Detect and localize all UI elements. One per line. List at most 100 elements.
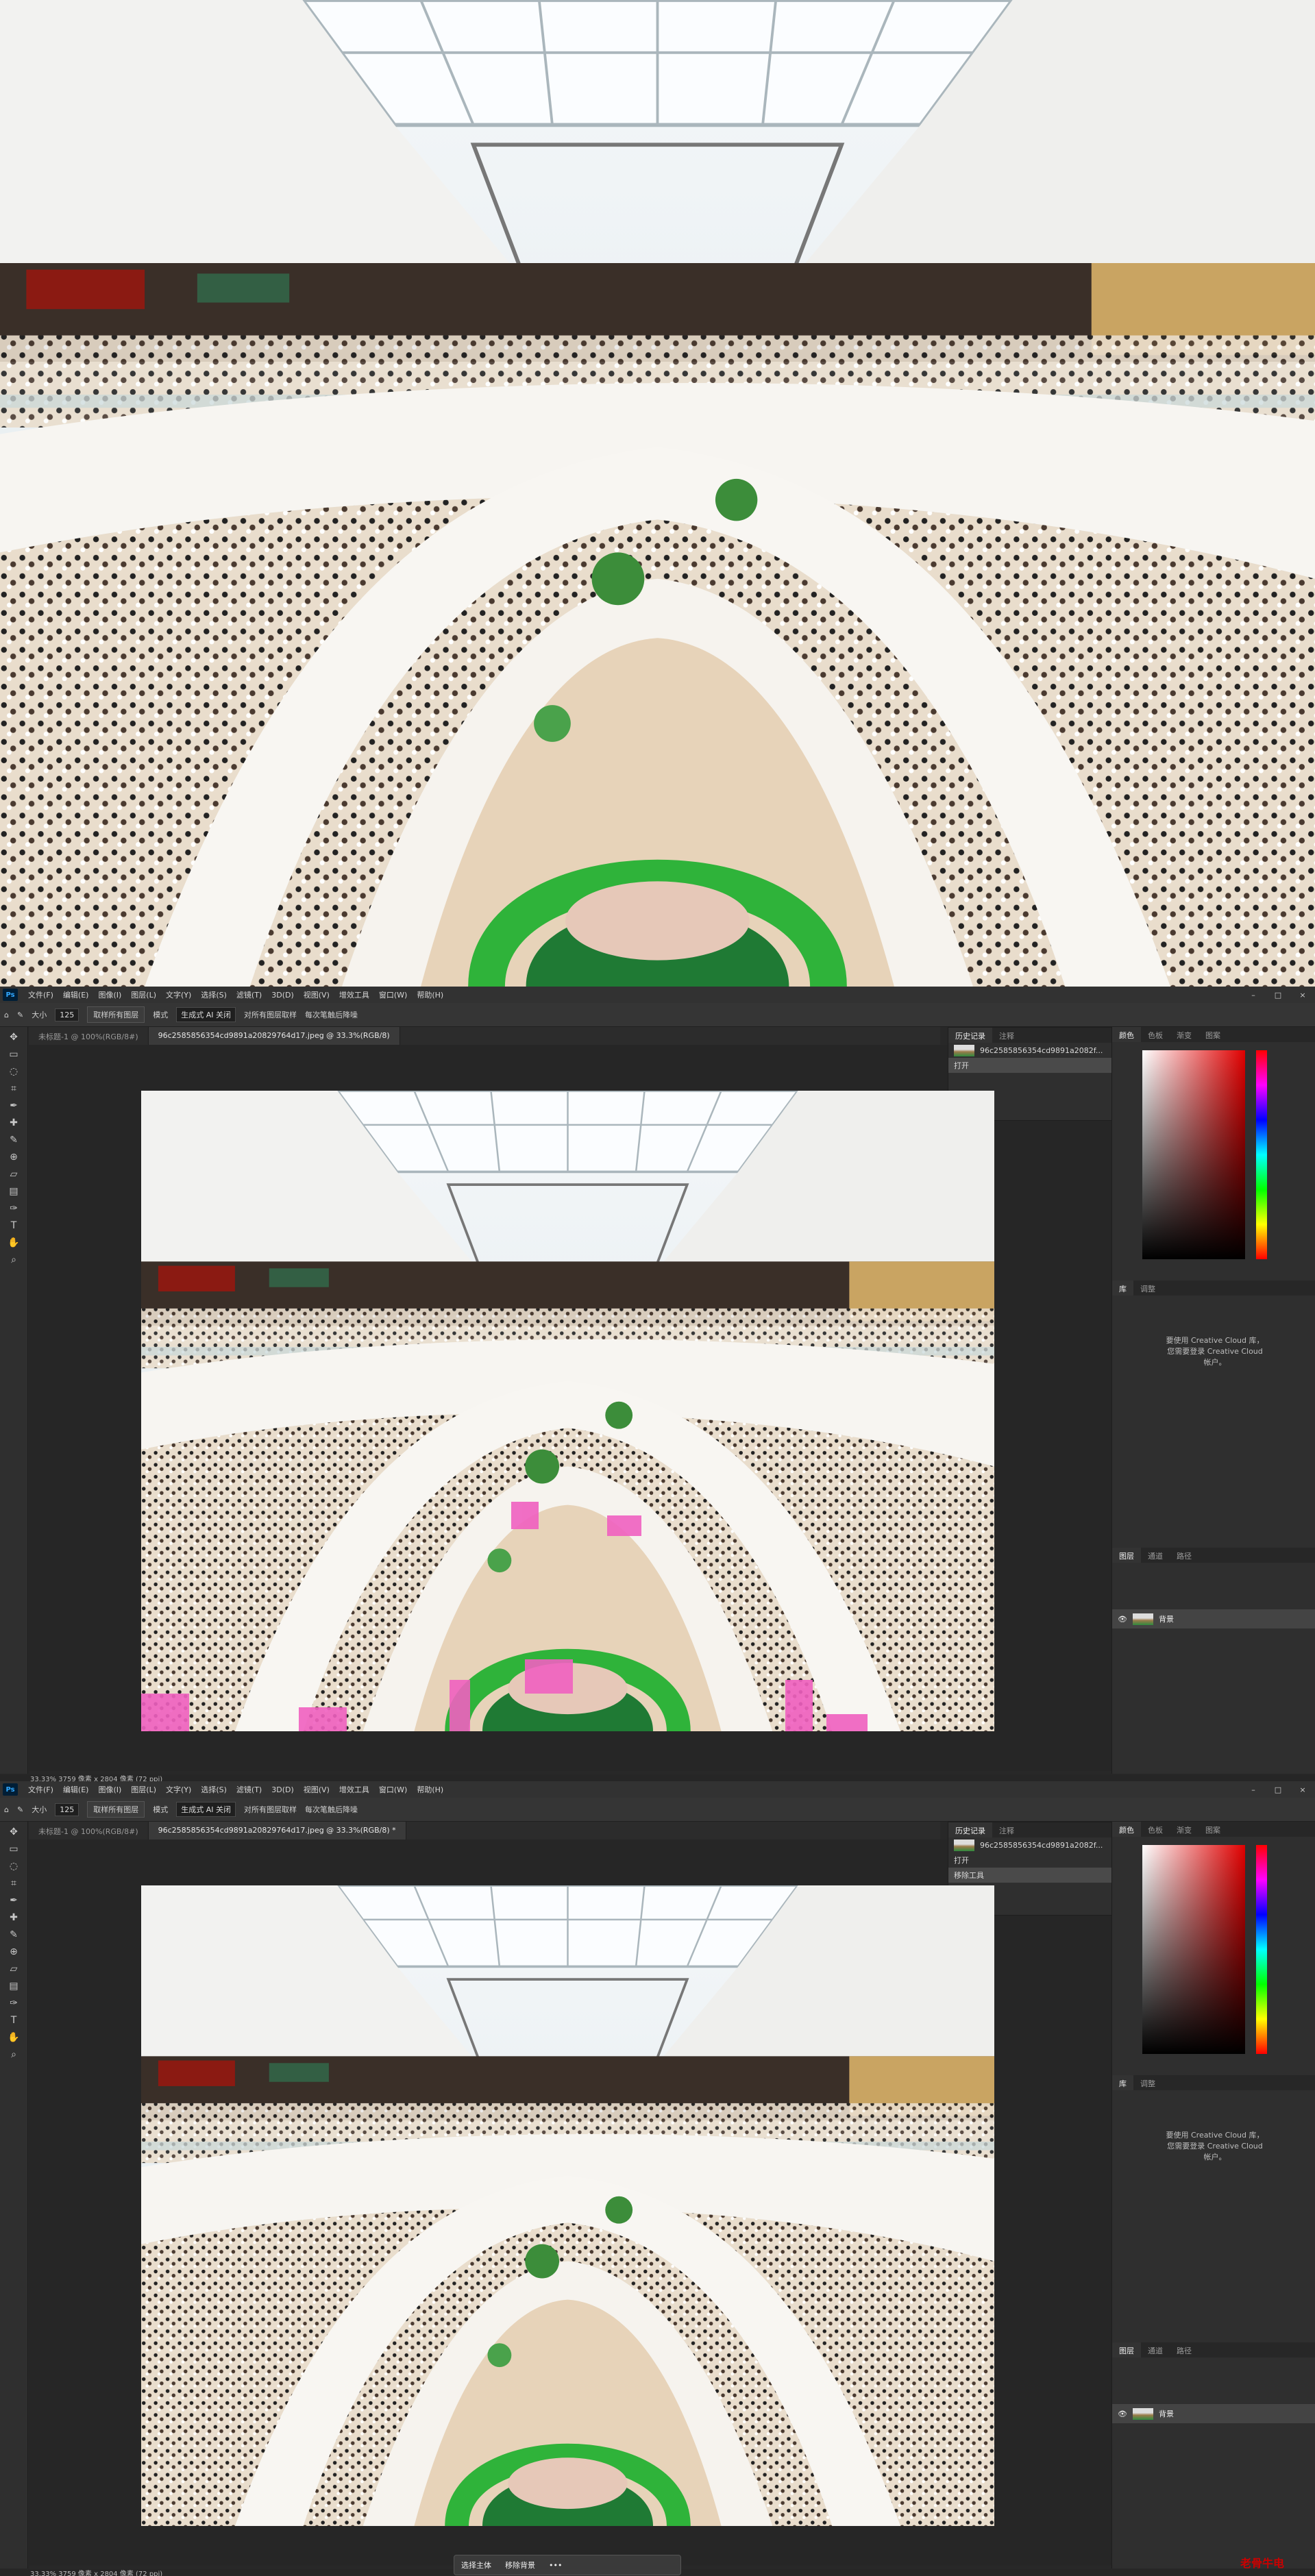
home-icon[interactable]: ⌂ xyxy=(4,1805,9,1814)
history-step-open[interactable]: 打开 xyxy=(948,1853,1111,1868)
minimize-icon[interactable]: – xyxy=(1241,991,1266,1000)
menu-filter[interactable]: 滤镜(T) xyxy=(232,1784,267,1795)
hue-slider[interactable] xyxy=(1256,1845,1267,2054)
tab-libraries[interactable]: 库 xyxy=(1112,1280,1133,1296)
tab-patterns[interactable]: 图案 xyxy=(1199,1822,1227,1837)
type-tool-icon[interactable]: T xyxy=(5,2014,22,2027)
minimize-icon[interactable]: – xyxy=(1241,1785,1266,1794)
stamp-tool-icon[interactable]: ⊕ xyxy=(5,1945,22,1959)
layer-background[interactable]: 👁 背景 xyxy=(1112,1609,1315,1628)
tab-gradients[interactable]: 渐变 xyxy=(1170,1822,1199,1837)
tab-layers[interactable]: 图层 xyxy=(1112,1548,1141,1563)
healing-tool-icon[interactable]: ✚ xyxy=(5,1911,22,1924)
gradient-tool-icon[interactable]: ▤ xyxy=(5,1185,22,1198)
tab-adjustments[interactable]: 调整 xyxy=(1133,2075,1162,2090)
tab-patterns[interactable]: 图案 xyxy=(1199,1027,1227,1042)
sample-all-layers-checkbox[interactable]: 对所有图层取样 xyxy=(244,1009,297,1020)
tab-channels[interactable]: 通道 xyxy=(1141,2342,1170,2357)
mode-select[interactable]: 生成式 AI 关闭 xyxy=(176,1007,236,1022)
tab-swatches[interactable]: 色板 xyxy=(1141,1822,1170,1837)
menu-image[interactable]: 图像(I) xyxy=(93,989,126,1000)
hand-tool-icon[interactable]: ✋ xyxy=(5,2031,22,2044)
move-tool-icon[interactable]: ✥ xyxy=(5,1030,22,1044)
menu-edit[interactable]: 编辑(E) xyxy=(58,1784,94,1795)
sample-all-layers-checkbox[interactable]: 对所有图层取样 xyxy=(244,1804,297,1815)
lasso-tool-icon[interactable]: ◌ xyxy=(5,1859,22,1873)
tab-history[interactable]: 历史记录 xyxy=(948,1822,992,1837)
menu-3d[interactable]: 3D(D) xyxy=(267,1785,299,1794)
menu-help[interactable]: 帮助(H) xyxy=(412,1784,448,1795)
brush-icon[interactable]: ✎ xyxy=(5,1133,22,1147)
tab-color[interactable]: 颜色 xyxy=(1112,1027,1141,1042)
home-icon[interactable]: ⌂ xyxy=(4,1011,9,1019)
menu-select[interactable]: 选择(S) xyxy=(196,1784,232,1795)
menu-layer[interactable]: 图层(L) xyxy=(126,1784,161,1795)
crop-tool-icon[interactable]: ⌗ xyxy=(5,1082,22,1095)
marquee-tool-icon[interactable]: ▭ xyxy=(5,1048,22,1061)
document-canvas-before[interactable] xyxy=(141,1091,994,1731)
menu-window[interactable]: 窗口(W) xyxy=(374,1784,412,1795)
document-canvas-after[interactable] xyxy=(141,1885,994,2526)
tab-untitled[interactable]: 未标题-1 @ 100%(RGB/8#) xyxy=(29,1027,149,1045)
crop-tool-icon[interactable]: ⌗ xyxy=(5,1877,22,1890)
eye-icon[interactable]: 👁 xyxy=(1118,1615,1127,1624)
denoise-option[interactable]: 每次笔触后降噪 xyxy=(305,1009,358,1020)
menu-plugins[interactable]: 增效工具 xyxy=(334,1784,374,1795)
tab-mall-image[interactable]: 96c2585856354cd9891a20829764d17.jpeg @ 3… xyxy=(148,1822,406,1840)
zoom-tool-icon[interactable]: ⌕ xyxy=(5,1253,22,1267)
size-input[interactable]: 125 xyxy=(55,1803,79,1816)
history-step-remove-tool[interactable]: 移除工具 xyxy=(948,1868,1111,1883)
tab-notes[interactable]: 注释 xyxy=(992,1028,1021,1043)
maximize-icon[interactable]: □ xyxy=(1266,1785,1290,1794)
size-input[interactable]: 125 xyxy=(55,1008,79,1021)
tab-untitled[interactable]: 未标题-1 @ 100%(RGB/8#) xyxy=(29,1822,149,1840)
menu-view[interactable]: 视图(V) xyxy=(299,989,334,1000)
maximize-icon[interactable]: □ xyxy=(1266,991,1290,1000)
tab-paths[interactable]: 路径 xyxy=(1170,2342,1199,2357)
eraser-tool-icon[interactable]: ▱ xyxy=(5,1962,22,1976)
menu-image[interactable]: 图像(I) xyxy=(93,1784,126,1795)
color-field[interactable] xyxy=(1142,1050,1245,1259)
tab-color[interactable]: 颜色 xyxy=(1112,1822,1141,1837)
healing-tool-icon[interactable]: ✚ xyxy=(5,1116,22,1130)
lasso-tool-icon[interactable]: ◌ xyxy=(5,1065,22,1078)
menu-help[interactable]: 帮助(H) xyxy=(412,989,448,1000)
menu-filter[interactable]: 滤镜(T) xyxy=(232,989,267,1000)
zoom-tool-icon[interactable]: ⌕ xyxy=(5,2048,22,2061)
layer-background[interactable]: 👁 背景 xyxy=(1112,2404,1315,2423)
remove-background-button[interactable]: 移除背景 xyxy=(498,2560,542,2571)
pen-tool-icon[interactable]: ✑ xyxy=(5,1202,22,1215)
menu-window[interactable]: 窗口(W) xyxy=(374,989,412,1000)
menu-type[interactable]: 文字(Y) xyxy=(161,1784,196,1795)
type-tool-icon[interactable]: T xyxy=(5,1219,22,1233)
color-field[interactable] xyxy=(1142,1845,1245,2054)
move-tool-icon[interactable]: ✥ xyxy=(5,1825,22,1839)
tab-gradients[interactable]: 渐变 xyxy=(1170,1027,1199,1042)
more-options-icon[interactable]: ••• xyxy=(542,2561,569,2570)
brush-tool-icon[interactable]: ✎ xyxy=(17,1011,23,1019)
tab-history[interactable]: 历史记录 xyxy=(948,1028,992,1043)
brush-icon[interactable]: ✎ xyxy=(5,1928,22,1942)
mode-select[interactable]: 生成式 AI 关闭 xyxy=(176,1802,236,1817)
tab-swatches[interactable]: 色板 xyxy=(1141,1027,1170,1042)
menu-file[interactable]: 文件(F) xyxy=(23,1784,58,1795)
tab-libraries[interactable]: 库 xyxy=(1112,2075,1133,2090)
gradient-tool-icon[interactable]: ▤ xyxy=(5,1979,22,1993)
close-icon[interactable]: × xyxy=(1290,991,1315,1000)
eraser-tool-icon[interactable]: ▱ xyxy=(5,1167,22,1181)
menu-plugins[interactable]: 增效工具 xyxy=(334,989,374,1000)
menu-select[interactable]: 选择(S) xyxy=(196,989,232,1000)
hand-tool-icon[interactable]: ✋ xyxy=(5,1236,22,1250)
eyedropper-tool-icon[interactable]: ✒ xyxy=(5,1099,22,1113)
select-subject-button[interactable]: 选择主体 xyxy=(454,2560,498,2571)
marquee-tool-icon[interactable]: ▭ xyxy=(5,1842,22,1856)
brush-tool-icon[interactable]: ✎ xyxy=(17,1805,23,1814)
close-icon[interactable]: × xyxy=(1290,1785,1315,1794)
history-step-open[interactable]: 打开 xyxy=(948,1058,1111,1073)
hue-slider[interactable] xyxy=(1256,1050,1267,1259)
sample-button[interactable]: 取样所有图层 xyxy=(87,1006,145,1023)
eye-icon[interactable]: 👁 xyxy=(1118,2410,1127,2418)
tab-channels[interactable]: 通道 xyxy=(1141,1548,1170,1563)
menu-edit[interactable]: 编辑(E) xyxy=(58,989,94,1000)
menu-layer[interactable]: 图层(L) xyxy=(126,989,161,1000)
